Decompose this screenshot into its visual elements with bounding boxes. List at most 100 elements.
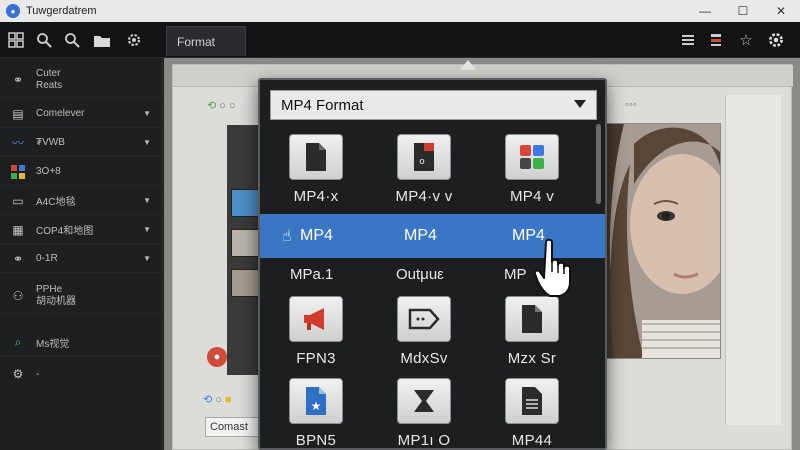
- tag-icon: [397, 296, 451, 342]
- format-option-label: MP1ı O: [397, 432, 451, 449]
- popup-pointer: [460, 60, 476, 70]
- format-option[interactable]: Mzx Sr: [484, 296, 580, 372]
- sidebar-item-label: 3O+8: [36, 166, 61, 177]
- format-option-label: FPN3: [296, 350, 336, 367]
- format-select[interactable]: MP4 Format: [270, 90, 597, 120]
- format-option[interactable]: MP44: [484, 378, 580, 450]
- chevron-down-icon: ▼: [143, 196, 151, 205]
- star-icon[interactable]: ☆: [736, 30, 756, 50]
- format-option-label[interactable]: MP: [504, 266, 527, 283]
- chevron-down-icon: ▼: [143, 138, 151, 147]
- hourglass-icon: [397, 378, 451, 424]
- sidebar-item-cop4[interactable]: ▦ COP4和地图 ▼: [0, 216, 163, 244]
- sidebar-item-label: A4C地毯: [36, 197, 76, 208]
- hand-pointer-icon: ☝: [282, 228, 292, 245]
- sidebar-item-label: ₮VWB: [36, 137, 65, 148]
- close-button[interactable]: ✕: [762, 0, 800, 22]
- sidebar-item-cuter[interactable]: ⚭ Cuter Reats: [0, 62, 163, 98]
- link-icon: ⚭: [12, 72, 24, 87]
- minimize-button[interactable]: —: [686, 0, 724, 22]
- caret-down-icon: [574, 100, 586, 108]
- document-icon: [289, 134, 343, 180]
- sidebar-item-pphe[interactable]: ⚇ PPHe 胡动机器: [0, 278, 163, 314]
- format-option-label: MdxSv: [400, 350, 448, 367]
- sidebar: ⚭ Cuter Reats ▤ Comelever ▼ 〰 ₮VWB ▼ 3O+8…: [0, 58, 163, 450]
- sidebar-item-ms[interactable]: ⌕ Ms视觉: [0, 329, 163, 357]
- sidebar-item-label: 0-1R: [36, 253, 58, 264]
- gear-icon: ⚙: [12, 367, 24, 381]
- sidebar-item-3o8[interactable]: 3O+8: [0, 158, 163, 186]
- grid-icon[interactable]: [6, 30, 26, 50]
- thumbnail[interactable]: [231, 269, 259, 297]
- sidebar-item-a4c[interactable]: ▭ A4C地毯 ▼: [0, 187, 163, 215]
- sidebar-item-01r[interactable]: ⚭ 0-1R ▼: [0, 245, 163, 273]
- tab-format[interactable]: Format: [166, 26, 246, 56]
- format-option-label: Mzx Sr: [507, 350, 557, 367]
- sidebar-item-label: PPHe: [36, 283, 63, 295]
- format-option[interactable]: MP4 v: [484, 134, 580, 210]
- window-controls: — ☐ ✕: [686, 0, 800, 22]
- app-icon: ●: [6, 4, 20, 18]
- bottom-input[interactable]: Comast: [205, 417, 261, 437]
- background-side-panel: [725, 95, 781, 425]
- megaphone-icon: [289, 296, 343, 342]
- sidebar-item-label: -: [36, 368, 40, 380]
- wave-icon: 〰: [11, 136, 24, 150]
- thumbnail[interactable]: [231, 229, 259, 257]
- layers-icon[interactable]: [706, 30, 726, 50]
- format-option[interactable]: FPN3: [268, 296, 364, 372]
- background-menu-icon: ◦◦◦: [625, 99, 637, 111]
- format-option[interactable]: MP4·x: [268, 134, 364, 210]
- format-option-label: MP4·x: [293, 188, 339, 205]
- apps-icon: [10, 164, 26, 180]
- document-red-icon: o: [397, 134, 451, 180]
- format-option[interactable]: MdxSv: [376, 296, 472, 372]
- format-option-label: MP44: [511, 432, 553, 449]
- gear-icon[interactable]: [124, 30, 144, 50]
- window-title: Tuwgerdatrem: [26, 5, 97, 17]
- sidebar-item-label: Cuter: [36, 67, 61, 79]
- zoom-icon[interactable]: [62, 30, 82, 50]
- chevron-down-icon: ▼: [143, 254, 151, 263]
- maximize-button[interactable]: ☐: [724, 0, 762, 22]
- film-icon: ▤: [12, 106, 24, 121]
- sidebar-item-settings[interactable]: ⚙ -: [0, 360, 163, 388]
- background-status-icons: ⟲ ○ ■: [203, 394, 232, 406]
- format-option-label[interactable]: Outμuε: [396, 266, 444, 283]
- star-document-icon: ★: [289, 378, 343, 424]
- portrait-image: [603, 123, 721, 359]
- list-icon[interactable]: [678, 30, 698, 50]
- search-icon[interactable]: [34, 30, 54, 50]
- format-option-label[interactable]: MPa.1: [290, 266, 333, 283]
- monitor-icon: ▭: [12, 193, 24, 208]
- selected-format-label: MP4: [300, 227, 333, 244]
- sidebar-item-sublabel: Reats: [36, 79, 63, 91]
- document-icon: [505, 296, 559, 342]
- chevron-down-icon: ▼: [143, 225, 151, 234]
- toolbar: Format ☆: [0, 22, 800, 58]
- svg-text:★: ★: [311, 399, 322, 413]
- sidebar-item-tvwb[interactable]: 〰 ₮VWB ▼: [0, 129, 163, 157]
- sidebar-item-label: Comelever: [36, 108, 85, 119]
- sidebar-item-label: COP4和地图: [36, 226, 94, 237]
- people-icon: ⚇: [12, 288, 24, 303]
- folder-icon[interactable]: [92, 30, 112, 50]
- sidebar-item-label: Ms视觉: [36, 339, 70, 350]
- svg-text:o: o: [419, 157, 425, 167]
- format-select-value: MP4 Format: [281, 96, 364, 114]
- format-option-label: MP4 v: [509, 188, 554, 205]
- settings-gear-icon[interactable]: [766, 30, 786, 50]
- chevron-down-icon: ▼: [143, 109, 151, 118]
- sidebar-item-comelever[interactable]: ▤ Comelever ▼: [0, 100, 163, 128]
- format-option[interactable]: ★ BPN5: [268, 378, 364, 450]
- format-option[interactable]: MP1ı O: [376, 378, 472, 450]
- format-option[interactable]: o MP4·v v: [376, 134, 472, 210]
- format-option-label: MP4·v v: [395, 188, 453, 205]
- record-icon[interactable]: ●: [207, 347, 227, 367]
- thumbnail[interactable]: [231, 189, 259, 217]
- format-option-label: BPN5: [295, 432, 337, 449]
- popup-scrollbar[interactable]: [596, 124, 601, 204]
- hand-cursor-icon: [533, 238, 574, 298]
- lines-document-icon: [505, 378, 559, 424]
- title-bar: ● Tuwgerdatrem — ☐ ✕: [0, 0, 800, 22]
